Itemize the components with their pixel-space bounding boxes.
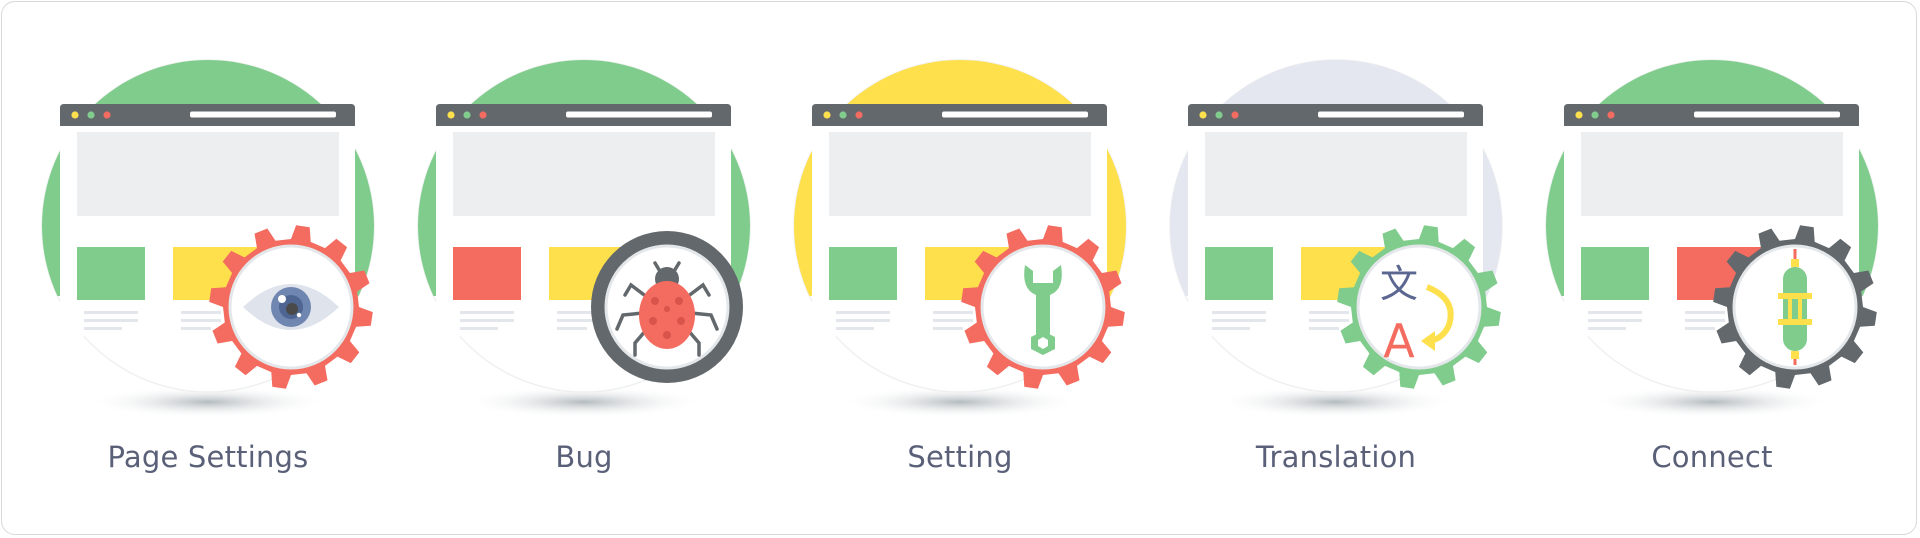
- icon-tile-connect: Connect: [1524, 0, 1900, 538]
- icon-label: Translation: [1255, 440, 1417, 474]
- icon-label: Bug: [555, 440, 613, 474]
- illustration: 文 A: [1169, 59, 1503, 418]
- illustration: [793, 59, 1127, 418]
- icon-label: Page Settings: [107, 440, 309, 474]
- icon-tile-setting: Setting: [772, 0, 1148, 538]
- illustration: [1545, 59, 1879, 418]
- icon-label: Setting: [907, 440, 1013, 474]
- glyph-top: 文: [1380, 262, 1418, 306]
- illustration: [41, 59, 375, 418]
- icon-label: Connect: [1651, 440, 1773, 474]
- icon-tile-bug: Bug: [396, 0, 772, 538]
- icon-tile-page-settings: Page Settings: [20, 0, 396, 538]
- glyph-bottom: A: [1383, 314, 1415, 368]
- icon-tile-translation: 文 A Translation: [1148, 0, 1524, 538]
- illustration: [417, 59, 751, 418]
